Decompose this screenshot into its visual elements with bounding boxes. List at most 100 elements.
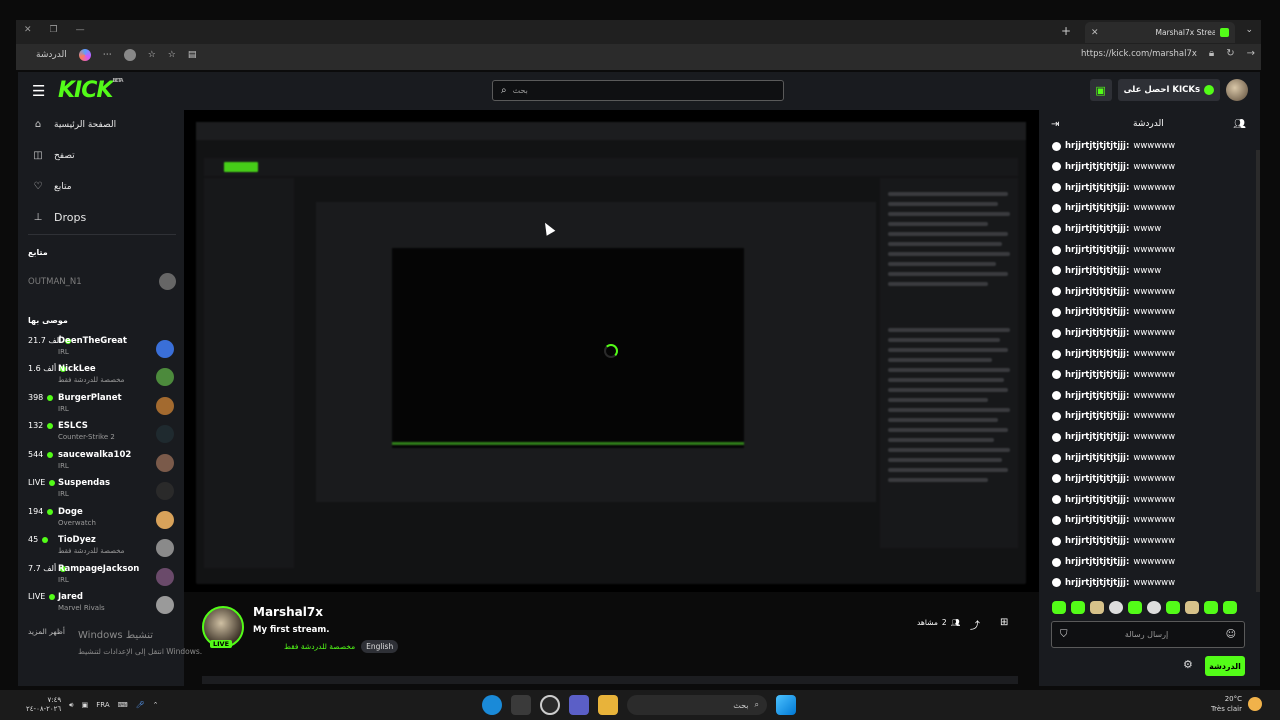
recommended-channel[interactable]: 194 Doge Overwatch bbox=[28, 507, 176, 533]
emoji-icon[interactable]: ☺ bbox=[1226, 629, 1236, 640]
search-input[interactable]: ⌕ بحث bbox=[492, 80, 784, 101]
chat-message[interactable]: hrjjrtjtjtjtjtjjj: wwwwww bbox=[1052, 245, 1175, 255]
favorites-icon[interactable]: ☆ bbox=[148, 50, 156, 60]
emote[interactable] bbox=[1090, 601, 1104, 614]
url-field[interactable]: https://kick.com/marshal7x bbox=[1081, 49, 1197, 59]
chat-username[interactable]: hrjjrtjtjtjtjtjjj: bbox=[1065, 224, 1129, 234]
chat-message[interactable]: hrjjrtjtjtjtjtjjj: wwwwww bbox=[1052, 349, 1175, 359]
emote[interactable] bbox=[1223, 601, 1237, 614]
chat-username[interactable]: hrjjrtjtjtjtjtjjj: bbox=[1065, 287, 1129, 297]
emote[interactable] bbox=[1166, 601, 1180, 614]
chat-message[interactable]: hrjjrtjtjtjtjtjjj: wwwwww bbox=[1052, 328, 1175, 338]
close-tab-icon[interactable]: ✕ bbox=[1091, 28, 1151, 38]
chat-message[interactable]: hrjjrtjtjtjtjtjjj: wwwwww bbox=[1052, 536, 1175, 546]
chat-message[interactable]: hrjjrtjtjtjtjtjjj: wwww bbox=[1052, 266, 1161, 276]
chat-message[interactable]: hrjjrtjtjtjtjtjjj: wwwwww bbox=[1052, 515, 1175, 525]
chat-username[interactable]: hrjjrtjtjtjtjtjjj: bbox=[1065, 266, 1129, 276]
sidebar-item-browse[interactable]: ◫ تصفح bbox=[32, 150, 74, 161]
emote[interactable] bbox=[1109, 601, 1123, 614]
recommended-channel[interactable]: 398 BurgerPlanet IRL bbox=[28, 393, 176, 419]
chat-message[interactable]: hrjjrtjtjtjtjtjjj: wwwwww bbox=[1052, 287, 1175, 297]
chat-username[interactable]: hrjjrtjtjtjtjtjjj: bbox=[1065, 203, 1129, 213]
recommended-channel[interactable]: 7.7 ألف RampageJackson IRL bbox=[28, 564, 176, 590]
show-more-link[interactable]: أظهر المزيد bbox=[28, 627, 65, 636]
taskbar-search[interactable]: بحث ⌕ bbox=[627, 695, 767, 715]
gear-icon[interactable]: ⚙ bbox=[1183, 658, 1193, 671]
chat-message[interactable]: hrjjrtjtjtjtjtjjj: wwwwww bbox=[1052, 141, 1175, 151]
chat-message[interactable]: hrjjrtjtjtjtjtjjj: wwwwww bbox=[1052, 578, 1175, 588]
chat-message[interactable]: hrjjrtjtjtjtjtjjj: wwwwww bbox=[1052, 203, 1175, 213]
video-player[interactable] bbox=[184, 110, 1039, 592]
chat-message[interactable]: hrjjrtjtjtjtjtjjj: wwwwww bbox=[1052, 495, 1175, 505]
chat-message[interactable]: hrjjrtjtjtjtjtjjj: wwwwww bbox=[1052, 162, 1175, 172]
restore-window-icon[interactable]: ❐ bbox=[50, 25, 58, 35]
share-icon[interactable]: ⤴ bbox=[970, 617, 980, 632]
lock-icon[interactable]: 🔒︎ bbox=[1209, 48, 1214, 59]
file-explorer-icon[interactable] bbox=[598, 695, 618, 715]
recommended-channel[interactable]: 1.6 ألف NickLee مخصصة للدردشة فقط bbox=[28, 364, 176, 390]
chat-username[interactable]: hrjjrtjtjtjtjtjjj: bbox=[1065, 515, 1129, 525]
chat-message[interactable]: hrjjrtjtjtjtjtjjj: wwww bbox=[1052, 224, 1161, 234]
language-indicator[interactable]: FRA bbox=[96, 701, 109, 709]
chat-username[interactable]: hrjjrtjtjtjtjtjjj: bbox=[1065, 307, 1129, 317]
chevron-up-icon[interactable]: ⌃ bbox=[153, 701, 159, 709]
add-favorite-icon[interactable]: ☆ bbox=[168, 50, 176, 60]
recommended-channel[interactable]: 21.7 ألف DeenTheGreat IRL bbox=[28, 336, 176, 362]
recommended-channel[interactable]: LIVE Jared Marvel Rivals bbox=[28, 592, 176, 618]
chat-users-icon[interactable]: 👥︎ bbox=[1233, 119, 1246, 130]
media-app-icon[interactable] bbox=[511, 695, 531, 715]
chat-message[interactable]: hrjjrtjtjtjtjtjjj: wwwwww bbox=[1052, 370, 1175, 380]
shield-icon[interactable]: ⛉ bbox=[1060, 629, 1068, 640]
emote[interactable] bbox=[1185, 601, 1199, 614]
chat-message[interactable]: hrjjrtjtjtjtjtjjj: wwwwww bbox=[1052, 474, 1175, 484]
chat-username[interactable]: hrjjrtjtjtjtjtjjj: bbox=[1065, 432, 1129, 442]
user-avatar[interactable] bbox=[1226, 79, 1248, 101]
obs-icon[interactable] bbox=[540, 695, 560, 715]
chat-message[interactable]: hrjjrtjtjtjtjtjjj: wwwwww bbox=[1052, 411, 1175, 421]
chat-message[interactable]: hrjjrtjtjtjtjtjjj: wwwwww bbox=[1052, 391, 1175, 401]
recommended-channel[interactable]: LIVE Suspendas IRL bbox=[28, 478, 176, 504]
volume-icon[interactable]: 🔊︎ bbox=[69, 701, 73, 710]
send-chat-button[interactable]: الدردشة bbox=[1205, 656, 1245, 676]
chat-message[interactable]: hrjjrtjtjtjtjtjjj: wwwwww bbox=[1052, 307, 1175, 317]
chat-scrollbar[interactable] bbox=[1256, 150, 1260, 592]
edge-icon[interactable] bbox=[482, 695, 502, 715]
chat-username[interactable]: hrjjrtjtjtjtjtjjj: bbox=[1065, 370, 1129, 380]
chat-username[interactable]: hrjjrtjtjtjtjtjjj: bbox=[1065, 183, 1129, 193]
emote[interactable] bbox=[1147, 601, 1161, 614]
chat-input[interactable]: ⛉ إرسال رسالة ☺ bbox=[1051, 621, 1245, 648]
chat-username[interactable]: hrjjrtjtjtjtjtjjj: bbox=[1065, 557, 1129, 567]
reading-view-icon[interactable]: ▤ bbox=[188, 50, 197, 60]
menu-icon[interactable]: ☰ bbox=[32, 82, 45, 100]
chat-username[interactable]: hrjjrtjtjtjtjtjjj: bbox=[1065, 495, 1129, 505]
profile-icon[interactable] bbox=[123, 49, 136, 61]
chat-username[interactable]: hrjjrtjtjtjtjtjjj: bbox=[1065, 391, 1129, 401]
followed-channel[interactable]: OUTMAN_N1 bbox=[28, 273, 176, 290]
teams-icon[interactable] bbox=[569, 695, 589, 715]
language-tag[interactable]: English bbox=[361, 640, 399, 653]
close-window-icon[interactable]: ✕ bbox=[24, 25, 32, 35]
stream-category[interactable]: مخصصة للدردشة فقط bbox=[284, 642, 355, 651]
chat-username[interactable]: hrjjrtjtjtjtjtjjj: bbox=[1065, 162, 1129, 172]
kick-logo[interactable]: KICKBETA bbox=[58, 78, 124, 103]
keyboard-icon[interactable]: ⌨ bbox=[118, 701, 128, 709]
gift-icon[interactable]: ▣ bbox=[1089, 79, 1112, 101]
chat-message[interactable]: hrjjrtjtjtjtjtjjj: wwwwww bbox=[1052, 432, 1175, 442]
copilot-icon[interactable] bbox=[78, 49, 91, 61]
chat-message[interactable]: hrjjrtjtjtjtjtjjj: wwwwww bbox=[1052, 557, 1175, 567]
chat-shortcut-label[interactable]: الدردشة bbox=[36, 50, 67, 60]
chevron-down-icon[interactable]: ⌄ bbox=[1245, 25, 1253, 35]
sidebar-item-home[interactable]: ⌂ الصفحة الرئيسية bbox=[32, 119, 116, 130]
get-kicks-button[interactable]: احصل على KICKs bbox=[1117, 79, 1220, 101]
sidebar-item-drops[interactable]: ⊥ Drops bbox=[32, 211, 87, 224]
emote[interactable] bbox=[1071, 601, 1085, 614]
refresh-icon[interactable]: ↻ bbox=[1226, 48, 1234, 59]
streamer-name[interactable]: Marshal7x bbox=[253, 605, 323, 619]
chat-username[interactable]: hrjjrtjtjtjtjtjjj: bbox=[1065, 474, 1129, 484]
chat-message[interactable]: hrjjrtjtjtjtjtjjj: wwwwww bbox=[1052, 183, 1175, 193]
windows-start-icon[interactable] bbox=[776, 695, 796, 715]
chat-username[interactable]: hrjjrtjtjtjtjtjjj: bbox=[1065, 328, 1129, 338]
emote[interactable] bbox=[1128, 601, 1142, 614]
chat-username[interactable]: hrjjrtjtjtjtjtjjj: bbox=[1065, 411, 1129, 421]
network-icon[interactable]: ▣ bbox=[82, 701, 89, 709]
